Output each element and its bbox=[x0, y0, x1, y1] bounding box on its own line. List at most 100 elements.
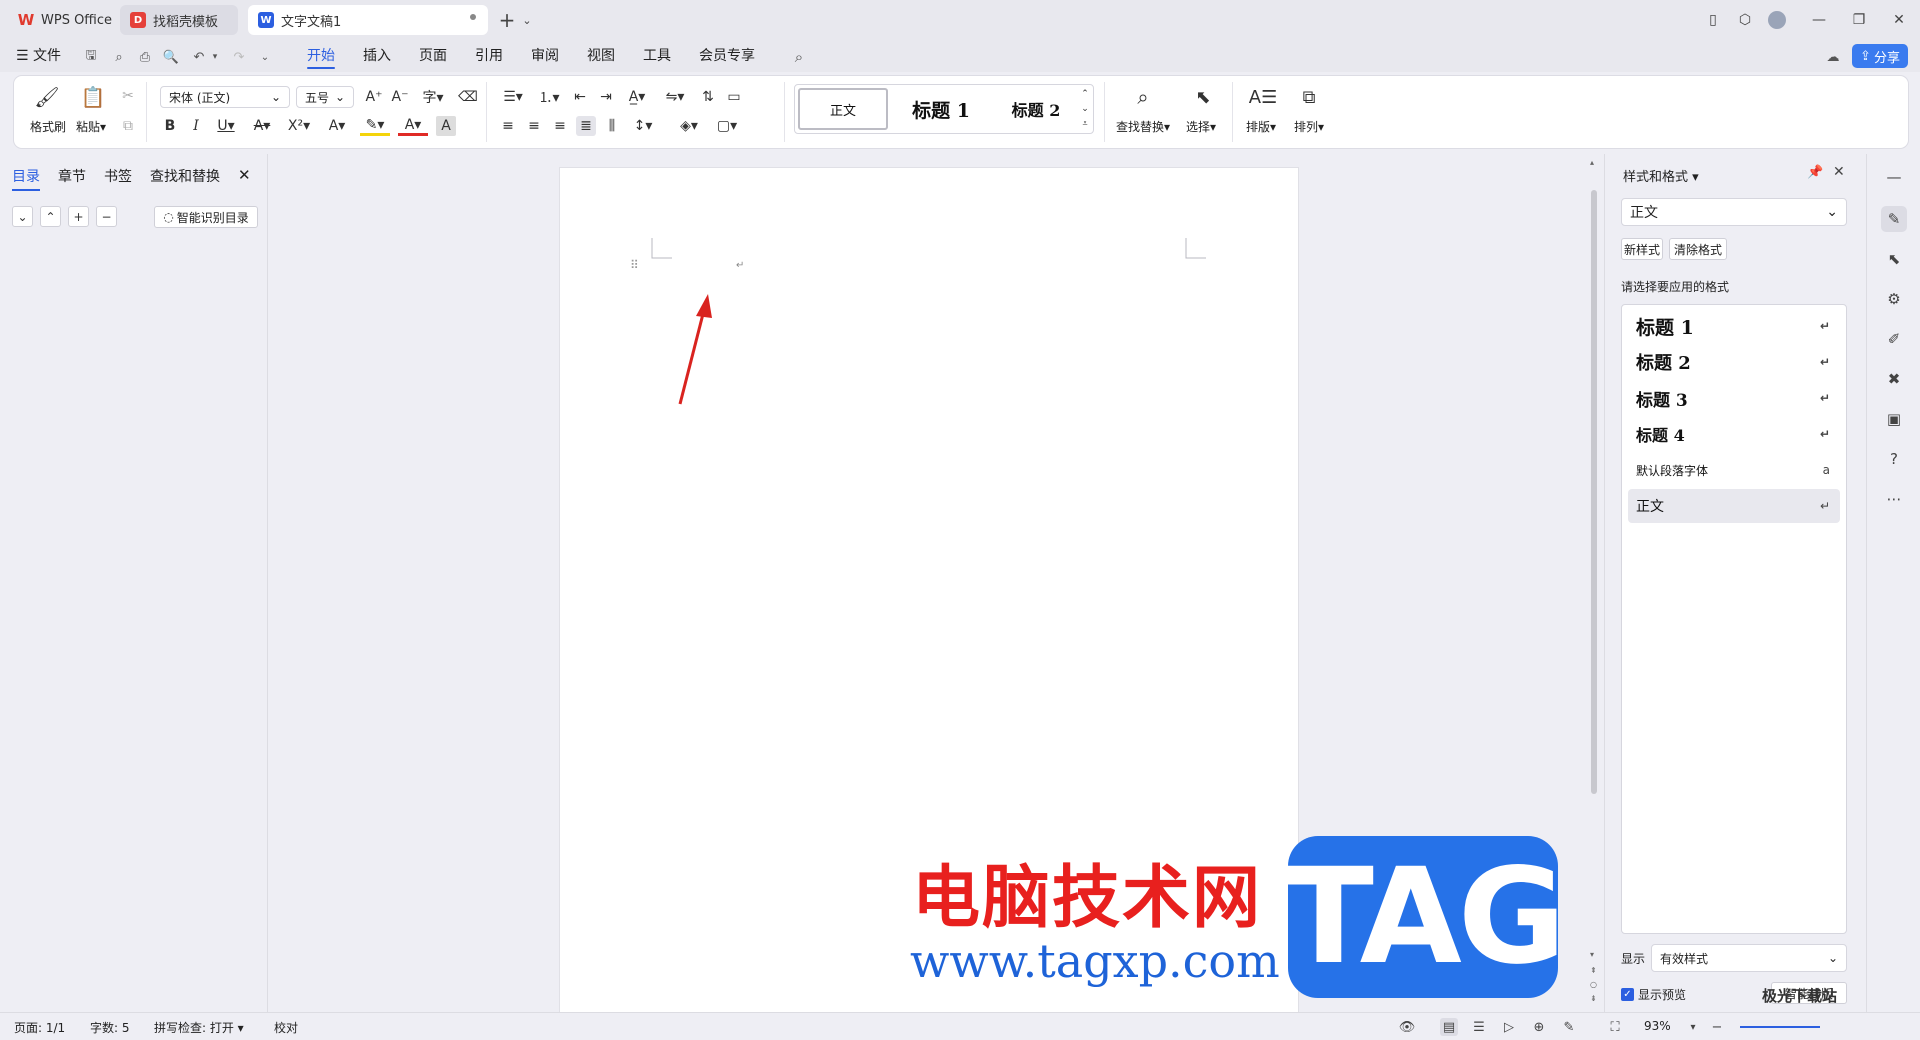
text-direction-icon[interactable]: A̲▾ bbox=[622, 87, 652, 107]
save-icon[interactable]: 🖫 bbox=[82, 48, 100, 66]
phonetic-icon[interactable]: 字▾ bbox=[418, 87, 448, 107]
print-icon[interactable]: ⎙ bbox=[136, 48, 154, 66]
tab-review[interactable]: 审阅 bbox=[531, 40, 559, 72]
new-style-button[interactable]: 新样式 bbox=[1621, 238, 1663, 260]
pen-icon[interactable]: ✎ bbox=[1560, 1018, 1578, 1036]
style-normal[interactable]: 正文 bbox=[798, 88, 888, 130]
select-cursor-icon[interactable]: ⬉ bbox=[1881, 246, 1907, 272]
redo-icon[interactable]: ↷ bbox=[230, 48, 248, 66]
style-item-heading1[interactable]: 标题 1 ↵ bbox=[1628, 309, 1840, 343]
text-effect-icon[interactable]: A▾ bbox=[322, 116, 352, 136]
grow-font-icon[interactable]: A⁺ bbox=[364, 87, 384, 107]
add-icon[interactable]: + bbox=[68, 206, 89, 227]
copy-icon[interactable]: ⧉ bbox=[118, 116, 138, 136]
font-size-select[interactable]: 五号 ⌄ bbox=[296, 86, 354, 108]
link-icon[interactable]: ⌕ bbox=[110, 48, 128, 66]
font-name-select[interactable]: 宋体 (正文) ⌄ bbox=[160, 86, 290, 108]
proofread-button[interactable]: 校对 bbox=[274, 1019, 298, 1036]
adjust-icon[interactable]: ⚙ bbox=[1881, 286, 1907, 312]
styles-pane-title[interactable]: 样式和格式 ▾ bbox=[1623, 166, 1699, 185]
tab-sections[interactable]: 章节 bbox=[58, 166, 86, 186]
find-replace-icon[interactable]: ⌕ bbox=[1130, 84, 1156, 110]
style-item-heading2[interactable]: 标题 2 ↵ bbox=[1628, 345, 1840, 379]
restore-icon[interactable]: ❐ bbox=[1848, 9, 1870, 31]
avatar[interactable] bbox=[1766, 9, 1788, 31]
arrange-label[interactable]: 排列▾ bbox=[1294, 118, 1324, 135]
highlight-icon[interactable]: ✎▾ bbox=[360, 116, 390, 136]
help-icon[interactable]: ? bbox=[1881, 446, 1907, 472]
close-icon[interactable]: ✕ bbox=[238, 166, 251, 184]
new-tab-menu-icon[interactable]: ⌄ bbox=[516, 9, 538, 31]
tools-icon[interactable]: ✖ bbox=[1881, 366, 1907, 392]
close-icon[interactable]: ✕ bbox=[1833, 164, 1845, 180]
style-item-heading3[interactable]: 标题 3 ↵ bbox=[1628, 381, 1840, 415]
page-view-icon[interactable]: ▤ bbox=[1440, 1018, 1458, 1036]
tab-tools[interactable]: 工具 bbox=[643, 40, 671, 72]
zoom-out-icon[interactable]: − bbox=[1708, 1018, 1726, 1036]
search-icon[interactable]: ⌕ bbox=[790, 48, 808, 66]
superscript-icon[interactable]: X²▾ bbox=[284, 116, 314, 136]
vertical-scrollbar[interactable]: ▴ ▾ ⇞ ○ ⇟ bbox=[1587, 154, 1601, 1012]
show-select[interactable]: 有效样式 ⌄ bbox=[1651, 944, 1847, 972]
cut-icon[interactable]: ✂ bbox=[118, 86, 138, 106]
paste-icon[interactable]: 📋 bbox=[80, 84, 106, 110]
show-marks-icon[interactable]: ▭ bbox=[724, 87, 744, 107]
more-icon[interactable]: ⋯ bbox=[1881, 486, 1907, 512]
tab-bookmarks[interactable]: 书签 bbox=[104, 166, 132, 186]
align-center-icon[interactable]: ≡ bbox=[524, 116, 544, 136]
zoom-level[interactable]: 93% bbox=[1644, 1019, 1671, 1033]
format-painter-label[interactable]: 格式刷 bbox=[30, 118, 66, 135]
current-style-select[interactable]: 正文 ⌄ bbox=[1621, 198, 1847, 226]
layout-label[interactable]: 排版▾ bbox=[1246, 118, 1276, 135]
zoom-slider[interactable] bbox=[1740, 1026, 1820, 1028]
sort-icon[interactable]: ⇅ bbox=[698, 87, 718, 107]
layout-icon[interactable]: A☰ bbox=[1249, 84, 1277, 110]
align-right-icon[interactable]: ≡ bbox=[550, 116, 570, 136]
minimize-icon[interactable]: — bbox=[1808, 9, 1830, 31]
tab-references[interactable]: 引用 bbox=[475, 40, 503, 72]
remove-icon[interactable]: − bbox=[96, 206, 117, 227]
style-heading2[interactable]: 标题 2 bbox=[993, 88, 1079, 130]
word-count[interactable]: 字数: 5 bbox=[90, 1019, 130, 1036]
expand-styles-icon[interactable]: ⩡ bbox=[1079, 117, 1091, 131]
web-view-icon[interactable]: ⊕ bbox=[1530, 1018, 1548, 1036]
italic-icon[interactable]: I bbox=[186, 116, 206, 136]
numbered-list-icon[interactable]: ⒈▾ bbox=[534, 87, 564, 107]
tab-page[interactable]: 页面 bbox=[419, 40, 447, 72]
shrink-font-icon[interactable]: A⁻ bbox=[390, 87, 410, 107]
show-preview-checkbox[interactable]: ✓ 显示预览 bbox=[1621, 986, 1686, 1003]
style-item-heading4[interactable]: 标题 4 ↵ bbox=[1628, 417, 1840, 451]
file-menu[interactable]: ☰ 文件 bbox=[16, 40, 61, 72]
eraser-icon[interactable]: ⌫ bbox=[458, 87, 478, 107]
tab-toc[interactable]: 目录 bbox=[12, 166, 40, 191]
tab-document[interactable]: W 文字文稿1 bbox=[248, 5, 488, 35]
format-painter-icon[interactable]: 🖌 bbox=[34, 84, 60, 110]
cloud-icon[interactable]: ☁ bbox=[1824, 48, 1842, 66]
tab-template[interactable]: D 找稻壳模板 bbox=[120, 5, 238, 35]
drag-handle-icon[interactable]: ⠿ bbox=[630, 258, 639, 272]
clear-format-button[interactable]: 清除格式 bbox=[1669, 238, 1727, 260]
select-browse-icon[interactable]: ○ bbox=[1590, 980, 1597, 989]
tab-home[interactable]: 开始 bbox=[307, 40, 335, 72]
align-left-icon[interactable]: ≡ bbox=[498, 116, 518, 136]
scroll-thumb[interactable] bbox=[1591, 190, 1597, 794]
expand-up-icon[interactable]: ⌃ bbox=[40, 206, 61, 227]
chevron-up-icon[interactable]: ⌃ bbox=[1079, 87, 1091, 101]
spellcheck-status[interactable]: 拼写检查: 打开 ▾ bbox=[154, 1019, 244, 1036]
char-shading-icon[interactable]: A bbox=[436, 116, 456, 136]
shading-icon[interactable]: ◈▾ bbox=[674, 116, 704, 136]
book-icon[interactable]: ▣ bbox=[1881, 406, 1907, 432]
collapse-icon[interactable]: — bbox=[1881, 164, 1907, 190]
tab-member[interactable]: 会员专享 bbox=[699, 40, 755, 72]
share-button[interactable]: ⇪ 分享 bbox=[1852, 44, 1908, 68]
tab-view[interactable]: 视图 bbox=[587, 40, 615, 72]
font-color-icon[interactable]: A▾ bbox=[398, 116, 428, 136]
new-tab-button[interactable]: + bbox=[496, 8, 518, 32]
border-icon[interactable]: ▢▾ bbox=[712, 116, 742, 136]
style-heading1[interactable]: 标题 1 bbox=[893, 88, 989, 130]
scroll-bottom-icon[interactable]: ▾ bbox=[1590, 950, 1594, 959]
prev-page-icon[interactable]: ⇞ bbox=[1590, 966, 1597, 975]
page-count[interactable]: 页面: 1/1 bbox=[14, 1019, 65, 1036]
quick-access-menu-icon[interactable]: ⌄ bbox=[256, 48, 274, 66]
select-icon[interactable]: ⬉ bbox=[1190, 84, 1216, 110]
